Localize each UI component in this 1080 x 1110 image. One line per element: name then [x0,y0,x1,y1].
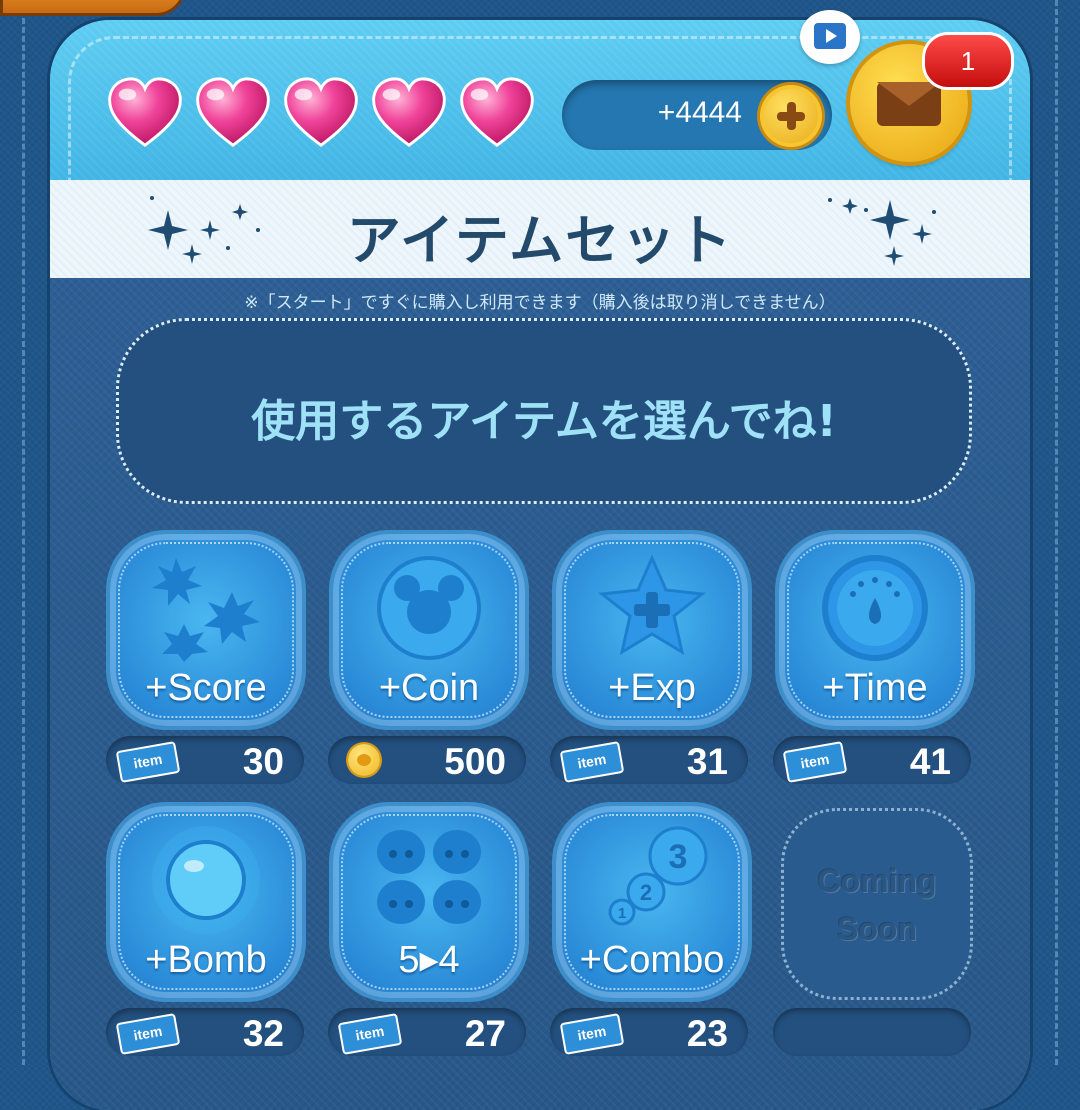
item-ticket-icon: item [337,1013,403,1055]
item-score-button[interactable]: +Score [110,534,302,726]
item-exp-button[interactable]: +Exp [556,534,748,726]
item-bomb-button[interactable]: +Bomb [110,806,302,998]
item-bomb-price: item 32 [106,1008,304,1056]
bomb-icon [152,826,260,934]
soon-label: Soon [837,911,917,947]
item-exp-label: +Exp [608,667,696,709]
item-ticket-icon: item [559,741,625,783]
item-coin-label: +Coin [378,667,480,709]
price-value: 23 [686,1013,728,1054]
price-value: 41 [909,741,951,782]
svg-text:1: 1 [618,905,626,922]
coin-icon [348,744,380,776]
heart-icon [196,77,270,147]
item-ticket-icon: item [782,741,848,783]
price-value: 32 [242,1013,284,1054]
add-coin-button[interactable] [760,85,822,147]
svg-text:2: 2 [640,880,652,905]
price-value: 31 [686,741,728,782]
item-coin-button[interactable]: +Coin [333,534,525,726]
coin-delta-text: +4444 [657,96,742,129]
stopwatch-icon [822,555,928,661]
mail-count-badge: 1 [922,32,1014,90]
price-value: 30 [242,741,284,782]
item-combo-button[interactable]: 3 2 1 +Combo [556,806,748,998]
lives-row [106,76,536,150]
stars-burst-icon [152,558,260,662]
mickey-coin-icon [377,556,481,660]
coming-label: Coming [817,863,937,899]
item-five-to-four-price: item 27 [328,1008,526,1056]
heart-icon [460,77,534,147]
title-banner: アイテムセット [50,180,1030,278]
right-stitch [1055,0,1058,1065]
tsum-faces-icon [377,830,481,924]
item-ticket-icon: item [559,1013,625,1055]
left-stitch [22,0,25,1065]
item-bomb-label: +Bomb [145,939,267,981]
item-score-label: +Score [145,667,267,709]
purchase-note: ※「スタート」ですぐに購入し利用できます（購入後は取り消しできません） [244,293,836,313]
svg-text:3: 3 [669,838,688,876]
item-five-to-four-button[interactable]: 5▸4 [333,806,525,998]
corner-logo [0,0,186,16]
video-ad-icon[interactable] [800,10,860,64]
heart-icon [284,77,358,147]
item-combo-label: +Combo [579,939,725,981]
combo-numbers-icon: 3 2 1 [608,826,708,926]
heart-icon [108,77,182,147]
instruction-text: 使用するアイテムを選んでね! [251,396,837,447]
price-value: 500 [444,741,506,782]
item-time-label: +Time [822,667,928,709]
item-score-price: item 30 [106,736,304,784]
sparkle-icon [828,198,936,266]
item-ticket-icon: item [115,1013,181,1055]
heart-icon [372,77,446,147]
item-time-button[interactable]: +Time [779,534,971,726]
item-time-price: item 41 [773,736,971,784]
price-value: 27 [464,1013,506,1054]
empty-price-slot [773,1008,971,1056]
item-exp-price: item 31 [550,736,748,784]
instruction-box: 使用するアイテムを選んでね! [116,318,972,504]
item-combo-price: item 23 [550,1008,748,1056]
item-coin-price: 500 [328,736,526,784]
coming-soon-text: Coming Soon [784,857,970,953]
item-ticket-icon: item [115,741,181,783]
envelope-icon [877,82,941,126]
plus-star-icon [598,554,706,656]
item-five-to-four-label: 5▸4 [398,939,460,981]
coming-soon-slot: Coming Soon [781,808,973,1000]
